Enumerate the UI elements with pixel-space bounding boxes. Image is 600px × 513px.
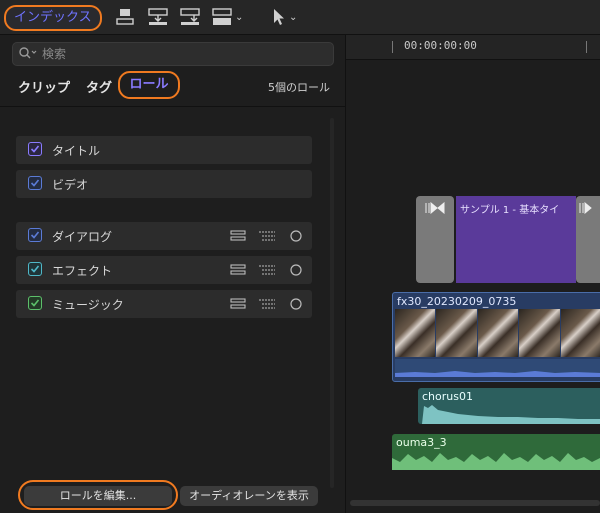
transition-icon (425, 202, 445, 214)
search-icon[interactable] (18, 45, 38, 61)
toolbar: インデックス ⌄ ⌄ (0, 0, 600, 35)
effects-checkbox[interactable] (28, 262, 42, 276)
insert-clip-button[interactable] (148, 6, 168, 28)
append-clip-button[interactable] (180, 6, 200, 28)
transition-icon (579, 202, 592, 214)
title-clip-label: サンプル 1 - 基本タイ (460, 205, 560, 216)
video-clip[interactable]: fx30_20230209_0735 (392, 292, 600, 382)
role-row-titles[interactable]: タイトル (16, 136, 312, 164)
audio-lane-icon[interactable] (230, 298, 246, 310)
overwrite-clip-icon (212, 8, 232, 25)
append-clip-icon (180, 8, 200, 25)
title-clip[interactable]: サンプル 1 - 基本タイ (416, 196, 600, 283)
scrollbar[interactable] (330, 118, 334, 488)
video-checkbox[interactable] (28, 176, 42, 190)
insert-clip-icon (148, 8, 168, 25)
connect-clip-button[interactable] (116, 6, 134, 28)
select-tool-button[interactable]: ⌄ (272, 6, 297, 28)
role-count: 5個のロール (268, 81, 330, 94)
connect-clip-icon (116, 9, 134, 25)
music-checkbox[interactable] (28, 296, 42, 310)
title-clip-body[interactable]: サンプル 1 - 基本タイ (456, 196, 576, 283)
divider (0, 106, 345, 107)
role-row-video[interactable]: ビデオ (16, 170, 312, 198)
role-label: エフェクト (52, 264, 113, 278)
chevron-down-icon: ⌄ (289, 11, 298, 23)
video-audio-waveform (395, 359, 600, 377)
dialogue-checkbox[interactable] (28, 228, 42, 242)
role-row-dialogue[interactable]: ダイアログ (16, 222, 312, 250)
focus-circle-icon[interactable] (290, 298, 302, 310)
video-clip-label: fx30_20230209_0735 (397, 295, 517, 308)
search-placeholder: 検索 (42, 47, 67, 61)
role-row-music[interactable]: ミュージック (16, 290, 312, 318)
tab-roles[interactable]: ロール (118, 71, 180, 99)
subroles-icon[interactable] (258, 230, 276, 242)
focus-circle-icon[interactable] (290, 264, 302, 276)
chorus-clip[interactable]: chorus01 (418, 388, 600, 424)
chorus-waveform (422, 405, 600, 424)
timeline-scrollbar[interactable] (350, 500, 600, 506)
focus-circle-icon[interactable] (290, 230, 302, 242)
role-label: タイトル (52, 144, 101, 158)
filmstrip (395, 309, 600, 357)
music-clip[interactable]: ouma3_3 (392, 434, 600, 470)
subroles-icon[interactable] (258, 298, 276, 310)
titles-checkbox[interactable] (28, 142, 42, 156)
show-audio-lanes-button[interactable]: オーディオレーンを表示 (180, 486, 318, 506)
music-waveform (392, 453, 600, 470)
tab-clips[interactable]: クリップ (18, 77, 70, 96)
role-label: ミュージック (52, 298, 124, 312)
role-label: ダイアログ (52, 230, 113, 244)
role-label: ビデオ (52, 178, 89, 192)
role-row-effects[interactable]: エフェクト (16, 256, 312, 284)
overwrite-clip-button[interactable]: ⌄ (212, 6, 243, 28)
subroles-icon[interactable] (258, 264, 276, 276)
audio-lane-icon[interactable] (230, 264, 246, 276)
edit-roles-button[interactable]: ロールを編集... (24, 486, 172, 506)
transition-block[interactable] (416, 196, 454, 283)
tab-tags[interactable]: タグ (86, 77, 112, 96)
chevron-down-icon: ⌄ (235, 11, 244, 23)
select-tool-icon (274, 9, 284, 25)
audio-lane-icon[interactable] (230, 230, 246, 242)
timecode: 00:00:00:00 (404, 39, 477, 52)
index-button[interactable]: インデックス (4, 5, 102, 31)
transition-block[interactable] (576, 196, 600, 283)
